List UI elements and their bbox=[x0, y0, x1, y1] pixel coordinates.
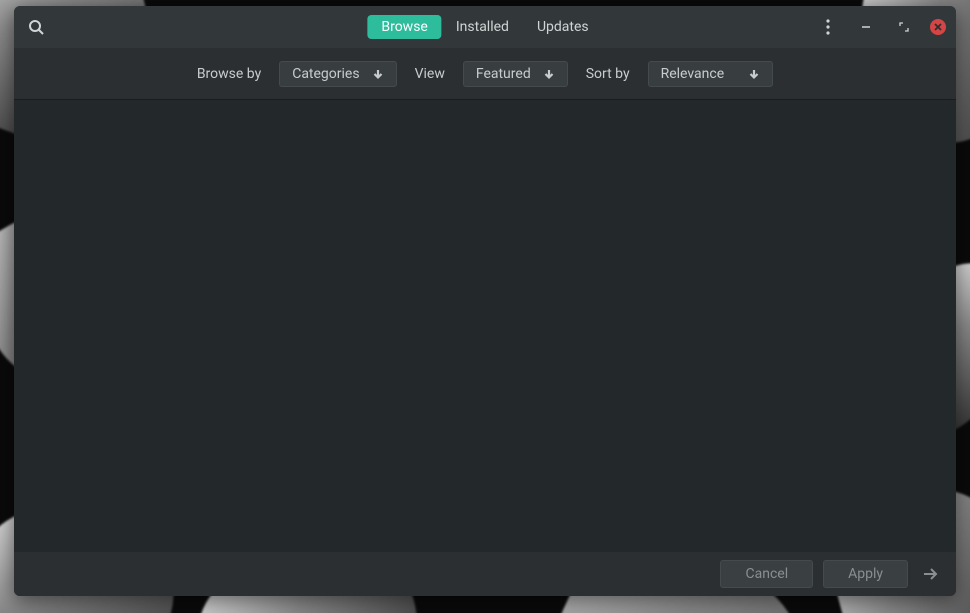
tab-browse[interactable]: Browse bbox=[367, 15, 441, 39]
minimize-button[interactable] bbox=[854, 15, 878, 39]
search-icon[interactable] bbox=[24, 15, 48, 39]
close-button[interactable] bbox=[930, 19, 946, 35]
browse-by-value: Categories bbox=[292, 66, 359, 82]
sort-by-dropdown[interactable]: Relevance bbox=[648, 61, 774, 87]
browse-by-dropdown[interactable]: Categories bbox=[279, 61, 396, 87]
browse-by-label: Browse by bbox=[197, 66, 261, 82]
apply-button[interactable]: Apply bbox=[823, 560, 908, 588]
maximize-button[interactable] bbox=[892, 15, 916, 39]
menu-icon[interactable] bbox=[816, 15, 840, 39]
tab-updates[interactable]: Updates bbox=[523, 15, 603, 39]
chevron-down-icon bbox=[543, 68, 555, 80]
chevron-down-icon bbox=[748, 68, 760, 80]
view-value: Featured bbox=[476, 66, 531, 82]
content-area bbox=[14, 100, 956, 552]
forward-icon[interactable] bbox=[918, 562, 942, 586]
view-label: View bbox=[415, 66, 445, 82]
cancel-button[interactable]: Cancel bbox=[720, 560, 813, 588]
tab-installed[interactable]: Installed bbox=[442, 15, 523, 39]
filter-bar: Browse by Categories View Featured Sort … bbox=[14, 48, 956, 100]
sort-by-label: Sort by bbox=[586, 66, 630, 82]
view-dropdown[interactable]: Featured bbox=[463, 61, 568, 87]
chevron-down-icon bbox=[372, 68, 384, 80]
footer-bar: Cancel Apply bbox=[14, 552, 956, 596]
app-window: Browse Installed Updates bbox=[14, 6, 956, 596]
titlebar: Browse Installed Updates bbox=[14, 6, 956, 48]
sort-by-value: Relevance bbox=[661, 66, 725, 82]
